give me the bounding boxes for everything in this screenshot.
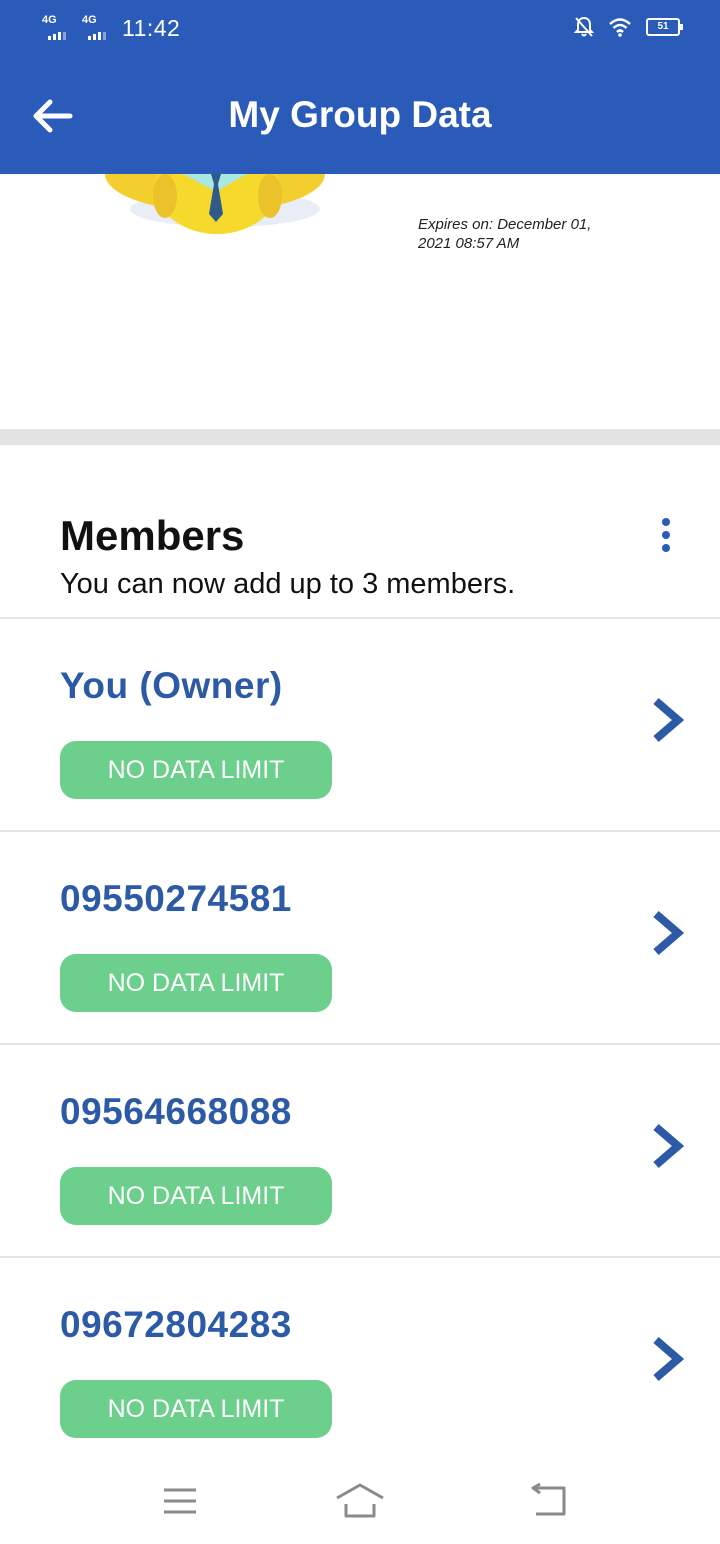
chevron-right-icon xyxy=(653,1123,684,1169)
data-limit-badge: NO DATA LIMIT xyxy=(60,741,332,799)
member-row[interactable]: 09564668088 NO DATA LIMIT xyxy=(0,1043,720,1256)
chevron-right-icon xyxy=(653,1336,684,1382)
member-name: You (Owner) xyxy=(60,665,283,706)
status-right: 51 xyxy=(574,16,683,38)
mascot-illustration xyxy=(105,174,325,234)
app-bar: My Group Data xyxy=(0,58,720,174)
member-row[interactable]: You (Owner) NO DATA LIMIT xyxy=(0,617,720,830)
members-header: Members You can now add up to 3 members. xyxy=(60,510,515,601)
status-bar: 4G 4G 11:42 51 xyxy=(0,0,720,58)
battery-icon: 51 xyxy=(646,18,683,36)
expiry-date: Expires on: December 01, 2021 08:57 AM xyxy=(418,215,678,253)
menu-icon xyxy=(164,1488,196,1514)
signal-label: 4G xyxy=(82,14,97,26)
member-name: 09550274581 xyxy=(60,878,292,919)
home-icon xyxy=(336,1483,384,1518)
chevron-right-icon xyxy=(653,910,684,956)
members-subtitle: You can now add up to 3 members. xyxy=(60,568,516,600)
signal-icon: 4G xyxy=(40,14,74,42)
member-row[interactable]: 09550274581 NO DATA LIMIT xyxy=(0,830,720,1043)
signal-icon: 4G xyxy=(80,14,114,42)
nav-back-button[interactable] xyxy=(518,1480,578,1524)
more-options-button[interactable] xyxy=(650,514,682,556)
wifi-icon xyxy=(609,18,631,37)
data-limit-badge: NO DATA LIMIT xyxy=(60,1167,332,1225)
section-divider xyxy=(0,429,720,445)
expiry-line: Expires on: December 01, xyxy=(418,216,592,233)
signal-label: 4G xyxy=(42,14,57,26)
member-name: 09672804283 xyxy=(60,1304,292,1345)
chevron-right-icon xyxy=(653,697,684,743)
member-name: 09564668088 xyxy=(60,1091,292,1132)
more-vert-icon xyxy=(650,518,682,552)
mute-bell-icon xyxy=(574,16,594,37)
status-left: 4G 4G 11:42 xyxy=(40,14,180,42)
member-row[interactable]: 09672804283 NO DATA LIMIT xyxy=(0,1256,720,1469)
status-time: 11:42 xyxy=(122,14,181,41)
system-nav-bar xyxy=(0,1460,720,1544)
back-nav-icon xyxy=(531,1482,566,1516)
page-title: My Group Data xyxy=(228,94,492,135)
members-title: Members xyxy=(60,512,245,559)
battery-level: 51 xyxy=(657,21,669,32)
data-limit-badge: NO DATA LIMIT xyxy=(60,1380,332,1438)
nav-menu-button[interactable] xyxy=(150,1480,210,1524)
plan-summary: Expires on: December 01, 2021 08:57 AM xyxy=(0,174,720,430)
data-limit-badge: NO DATA LIMIT xyxy=(60,954,332,1012)
members-list: You (Owner) NO DATA LIMIT 09550274581 NO… xyxy=(0,617,720,1469)
nav-home-button[interactable] xyxy=(330,1480,390,1524)
expiry-line: 2021 08:57 AM xyxy=(418,235,520,252)
